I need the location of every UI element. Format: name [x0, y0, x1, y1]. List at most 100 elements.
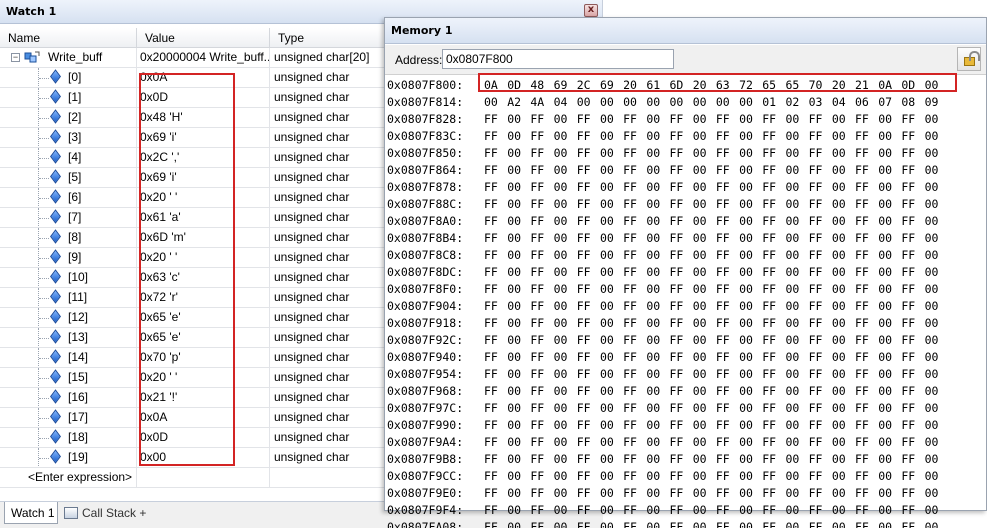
memory-byte[interactable]: 00 [739, 349, 762, 366]
memory-byte[interactable]: 00 [484, 94, 507, 111]
memory-byte[interactable]: FF [530, 519, 553, 528]
memory-byte[interactable]: FF [623, 366, 646, 383]
memory-byte[interactable]: FF [716, 230, 739, 247]
memory-byte[interactable]: FF [623, 417, 646, 434]
memory-byte[interactable]: 00 [739, 434, 762, 451]
memory-byte[interactable]: 00 [878, 349, 901, 366]
memory-byte[interactable]: 00 [878, 383, 901, 400]
memory-byte[interactable]: FF [670, 366, 693, 383]
address-input[interactable] [442, 49, 674, 69]
memory-byte[interactable]: FF [716, 417, 739, 434]
memory-byte[interactable]: FF [530, 111, 553, 128]
memory-byte[interactable]: FF [530, 400, 553, 417]
memory-byte[interactable]: FF [623, 400, 646, 417]
memory-byte[interactable]: FF [530, 196, 553, 213]
memory-byte[interactable]: 00 [600, 264, 623, 281]
memory-row[interactable]: 0x0807F9B8: FF 00 FF 00 FF 00 FF 00 FF 00 FF 00 FF 00 F… [387, 451, 986, 468]
memory-byte[interactable]: FF [530, 213, 553, 230]
memory-byte[interactable]: FF [855, 519, 878, 528]
memory-byte[interactable]: FF [484, 383, 507, 400]
memory-byte[interactable]: 2C [577, 77, 600, 94]
memory-byte[interactable]: 00 [507, 332, 530, 349]
memory-row[interactable]: 0x0807F940: FF 00 FF 00 FF 00 FF 00 FF 00 FF 00 FF 00 F… [387, 349, 986, 366]
memory-byte[interactable]: 00 [832, 179, 855, 196]
tab-watch-1[interactable]: Watch 1 [4, 502, 58, 524]
memory-byte[interactable]: FF [716, 264, 739, 281]
memory-byte[interactable]: 00 [739, 400, 762, 417]
memory-byte[interactable]: 00 [507, 349, 530, 366]
memory-byte[interactable]: FF [716, 502, 739, 519]
memory-byte[interactable]: 00 [554, 332, 577, 349]
memory-byte[interactable]: FF [530, 128, 553, 145]
element-value[interactable]: 0x00 [137, 448, 270, 467]
memory-byte[interactable]: 00 [646, 179, 669, 196]
memory-byte[interactable]: 00 [878, 111, 901, 128]
memory-byte[interactable]: FF [716, 383, 739, 400]
memory-byte[interactable]: FF [809, 213, 832, 230]
memory-byte[interactable]: FF [809, 145, 832, 162]
memory-byte[interactable]: FF [855, 366, 878, 383]
memory-byte[interactable]: 00 [600, 468, 623, 485]
memory-byte[interactable]: FF [809, 179, 832, 196]
memory-byte[interactable]: FF [623, 264, 646, 281]
memory-byte[interactable]: FF [901, 230, 924, 247]
memory-byte[interactable]: FF [530, 349, 553, 366]
memory-byte[interactable]: 00 [600, 332, 623, 349]
memory-byte[interactable]: 00 [646, 315, 669, 332]
memory-byte[interactable]: FF [716, 179, 739, 196]
memory-byte[interactable]: 00 [832, 349, 855, 366]
memory-byte[interactable]: FF [530, 434, 553, 451]
watch-close-button[interactable]: x [584, 4, 598, 17]
memory-byte[interactable]: 00 [739, 417, 762, 434]
memory-byte[interactable]: FF [901, 264, 924, 281]
memory-byte[interactable]: FF [530, 298, 553, 315]
memory-byte[interactable]: FF [855, 281, 878, 298]
memory-byte[interactable]: 0D [901, 77, 924, 94]
memory-byte[interactable]: FF [855, 230, 878, 247]
memory-byte[interactable]: FF [855, 315, 878, 332]
memory-byte[interactable]: 00 [739, 502, 762, 519]
memory-byte[interactable]: 00 [554, 213, 577, 230]
memory-byte[interactable]: 00 [878, 332, 901, 349]
memory-byte[interactable]: 00 [507, 519, 530, 528]
memory-byte[interactable]: 00 [646, 128, 669, 145]
memory-byte[interactable]: 00 [785, 400, 808, 417]
memory-byte[interactable]: 00 [507, 366, 530, 383]
memory-byte[interactable]: 00 [925, 213, 948, 230]
memory-byte[interactable]: FF [901, 145, 924, 162]
memory-byte[interactable]: 00 [646, 230, 669, 247]
memory-byte[interactable]: 00 [600, 519, 623, 528]
memory-byte[interactable]: 00 [646, 298, 669, 315]
memory-byte[interactable]: 00 [739, 179, 762, 196]
memory-byte[interactable]: FF [809, 264, 832, 281]
memory-byte[interactable]: 00 [785, 349, 808, 366]
memory-byte[interactable]: 00 [832, 434, 855, 451]
memory-byte[interactable]: FF [762, 502, 785, 519]
memory-byte[interactable]: FF [855, 196, 878, 213]
memory-byte[interactable]: 00 [925, 434, 948, 451]
memory-byte[interactable]: FF [577, 247, 600, 264]
memory-byte[interactable]: FF [901, 451, 924, 468]
memory-byte[interactable]: FF [901, 111, 924, 128]
memory-byte[interactable]: FF [530, 281, 553, 298]
memory-byte[interactable]: 00 [600, 213, 623, 230]
memory-byte[interactable]: FF [623, 179, 646, 196]
memory-byte[interactable]: FF [855, 179, 878, 196]
memory-row[interactable]: 0x0807F850: FF 00 FF 00 FF 00 FF 00 FF 00 FF 00 FF 00 F… [387, 145, 986, 162]
memory-byte[interactable]: FF [484, 315, 507, 332]
memory-byte[interactable]: 00 [878, 366, 901, 383]
memory-byte[interactable]: 00 [693, 298, 716, 315]
memory-byte[interactable]: 00 [693, 417, 716, 434]
memory-byte[interactable]: FF [809, 400, 832, 417]
memory-byte[interactable]: 00 [785, 383, 808, 400]
memory-byte[interactable]: 00 [878, 247, 901, 264]
memory-byte[interactable]: 00 [507, 230, 530, 247]
memory-byte[interactable]: 00 [739, 145, 762, 162]
memory-byte[interactable]: 00 [832, 315, 855, 332]
memory-byte[interactable]: FF [623, 213, 646, 230]
memory-byte[interactable]: FF [577, 383, 600, 400]
memory-byte[interactable]: FF [670, 502, 693, 519]
memory-byte[interactable]: FF [855, 383, 878, 400]
memory-byte[interactable]: FF [762, 128, 785, 145]
memory-byte[interactable]: 00 [693, 502, 716, 519]
